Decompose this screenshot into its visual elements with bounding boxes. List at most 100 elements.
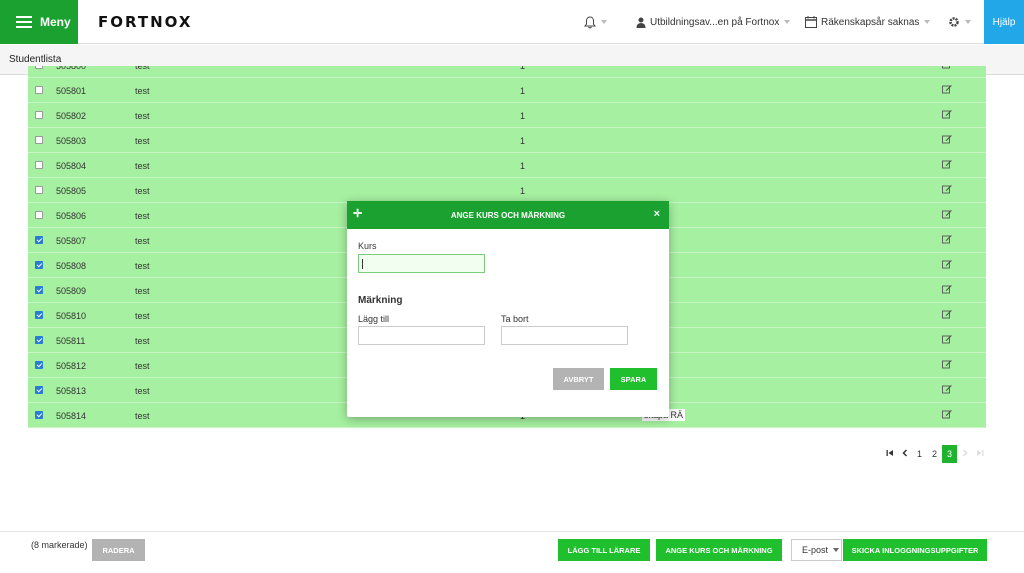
table-row[interactable]: 505801 test 1 (28, 78, 986, 103)
table-row[interactable]: 505800 test 1 (28, 66, 986, 78)
edit-icon[interactable] (942, 159, 952, 169)
student-value: 1 (520, 66, 526, 71)
row-checkbox[interactable] (35, 286, 43, 294)
row-checkbox[interactable] (35, 136, 43, 144)
chevron-down-icon (965, 20, 971, 24)
cancel-button[interactable]: AVBRYT (553, 368, 604, 390)
fiscal-year-menu[interactable]: Räkenskapsår saknas (805, 0, 931, 44)
student-name: test (135, 286, 150, 296)
remove-marking-label: Ta bort (501, 314, 529, 324)
student-number: 505810 (56, 311, 87, 321)
row-checkbox[interactable] (35, 411, 43, 419)
edit-icon[interactable] (942, 66, 952, 69)
student-value: 1 (520, 111, 526, 121)
student-number: 505808 (56, 261, 87, 271)
edit-icon[interactable] (942, 234, 952, 244)
set-course-button[interactable]: ANGE KURS OCH MÄRKNING (656, 539, 782, 561)
row-checkbox[interactable] (35, 311, 43, 319)
row-checkbox[interactable] (35, 336, 43, 344)
row-checkbox[interactable] (35, 86, 43, 94)
previous-page-button[interactable] (897, 445, 912, 463)
edit-icon[interactable] (942, 359, 952, 369)
row-checkbox[interactable] (35, 211, 43, 219)
row-checkbox[interactable] (35, 386, 43, 394)
add-marking-input[interactable] (358, 326, 485, 345)
row-checkbox[interactable] (35, 236, 43, 244)
chevron-down-icon (784, 20, 791, 24)
edit-icon[interactable] (942, 209, 952, 219)
student-name: test (135, 261, 150, 271)
student-number: 505814 (56, 411, 87, 421)
menu-label: Meny (40, 15, 71, 29)
row-checkbox[interactable] (35, 111, 43, 119)
edit-icon[interactable] (942, 184, 952, 194)
student-value: 1 (520, 161, 526, 171)
edit-icon[interactable] (942, 109, 952, 119)
chevron-down-icon (601, 20, 607, 24)
account-menu[interactable]: Utbildningsav...en på Fortnox (636, 0, 791, 44)
first-page-button[interactable] (882, 445, 897, 463)
edit-icon[interactable] (942, 309, 952, 319)
close-icon[interactable]: × (654, 209, 660, 220)
table-row[interactable]: 505803 test 1 (28, 128, 986, 153)
delete-button[interactable]: RADERA (92, 539, 145, 561)
chevron-right-icon (962, 449, 968, 457)
student-number: 505812 (56, 361, 87, 371)
edit-icon[interactable] (942, 259, 952, 269)
top-bar: Meny FORTNOX Utbildningsav...en på Fortn… (0, 0, 1024, 44)
table-row[interactable]: 505802 test 1 (28, 103, 986, 128)
edit-icon[interactable] (942, 409, 952, 419)
first-page-icon (886, 450, 893, 456)
fiscal-year-label: Räkenskapsår saknas (821, 16, 920, 28)
chevron-down-icon (833, 548, 840, 552)
page-1-button[interactable]: 1 (912, 445, 927, 463)
dialog-header[interactable]: ✛ ANGE KURS OCH MÄRKNING × (347, 201, 669, 229)
settings-button[interactable] (948, 0, 971, 44)
edit-icon[interactable] (942, 284, 952, 294)
last-page-button[interactable] (972, 445, 987, 463)
help-button[interactable]: Hjälp (984, 0, 1024, 44)
student-number: 505801 (56, 86, 87, 96)
student-name: test (135, 211, 150, 221)
course-label: Kurs (358, 241, 377, 251)
student-name: test (135, 66, 150, 71)
bell-icon (584, 15, 596, 28)
fortnox-logo[interactable]: FORTNOX (98, 13, 192, 31)
student-name: test (135, 386, 150, 396)
save-button[interactable]: SPARA (610, 368, 657, 390)
email-select[interactable]: E-post (791, 539, 842, 561)
tab-student-list[interactable]: Studentlista (9, 54, 61, 65)
row-checkbox[interactable] (35, 261, 43, 269)
student-number: 505807 (56, 236, 87, 246)
edit-icon[interactable] (942, 384, 952, 394)
selected-count: (8 markerade) (31, 540, 88, 550)
chevron-down-icon (924, 20, 931, 24)
table-row[interactable]: 505805 test 1 (28, 178, 986, 203)
page-3-button[interactable]: 3 (942, 445, 957, 463)
table-row[interactable]: 505804 test 1 (28, 153, 986, 178)
remove-marking-input[interactable] (501, 326, 628, 345)
student-name: test (135, 361, 150, 371)
row-checkbox[interactable] (35, 361, 43, 369)
course-input[interactable] (358, 254, 485, 273)
student-name: test (135, 411, 150, 421)
row-checkbox[interactable] (35, 186, 43, 194)
row-checkbox[interactable] (35, 161, 43, 169)
student-value: 1 (520, 86, 526, 96)
add-teacher-button[interactable]: LÄGG TILL LÄRARE (558, 539, 650, 561)
page-2-button[interactable]: 2 (927, 445, 942, 463)
notifications-button[interactable] (584, 0, 607, 44)
user-icon (636, 17, 646, 28)
edit-icon[interactable] (942, 134, 952, 144)
student-name: test (135, 336, 150, 346)
send-login-button[interactable]: SKICKA INLOGGNINGSUPPGIFTER (843, 539, 987, 561)
row-checkbox[interactable] (35, 66, 43, 69)
next-page-button[interactable] (957, 445, 972, 463)
move-icon[interactable]: ✛ (353, 209, 362, 220)
edit-icon[interactable] (942, 334, 952, 344)
menu-button[interactable]: Meny (0, 0, 78, 44)
student-value: 1 (520, 136, 526, 146)
edit-icon[interactable] (942, 84, 952, 94)
hamburger-icon (16, 13, 32, 31)
student-value: 1 (520, 186, 526, 196)
